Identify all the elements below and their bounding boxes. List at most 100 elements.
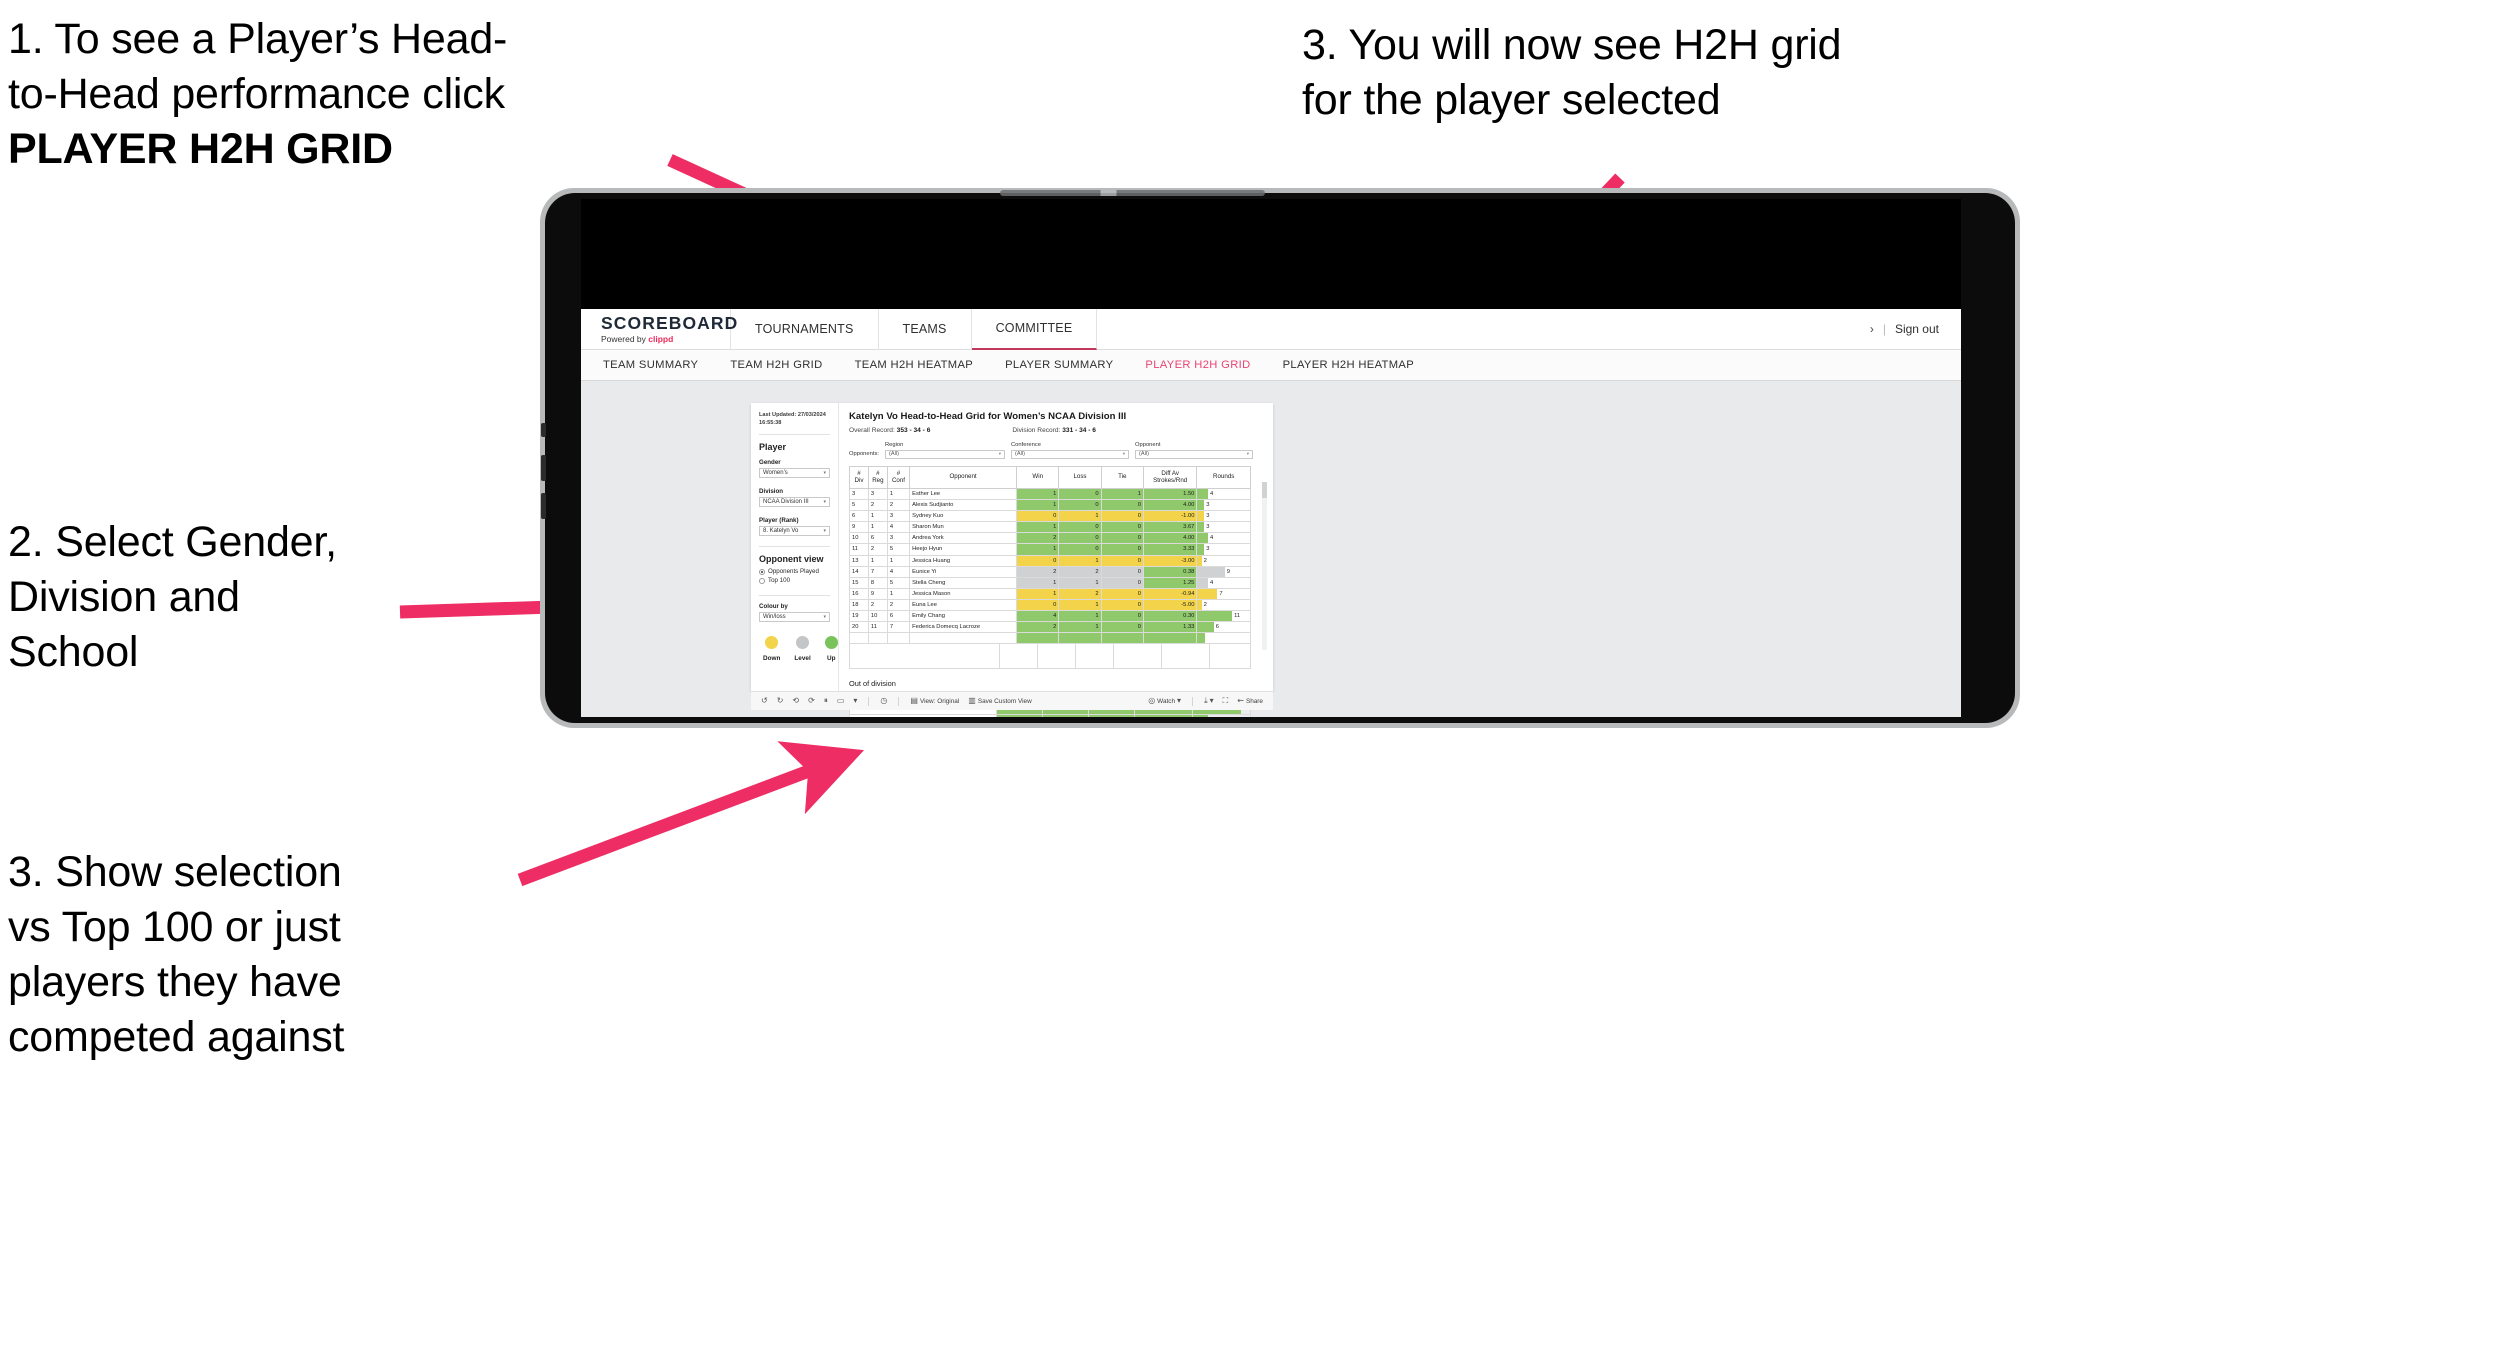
table-row[interactable]: 6 1 3 Sydney Kuo 0 1 0 -1.00 3 [849, 510, 1251, 523]
radio-opponents-played-label: Opponents Played [768, 568, 819, 576]
table-row[interactable]: 14 7 4 Eunice Yi 2 2 0 0.38 9 [849, 565, 1251, 578]
table-scrollbar-track[interactable] [1262, 482, 1267, 650]
region-filter-select[interactable]: (All) ▾ [884, 449, 1005, 459]
rounds-bar-cell: 2 [1196, 554, 1251, 567]
pause-updates-icon[interactable]: ⏸ [824, 697, 828, 705]
opponents-label: Opponents: [849, 450, 879, 457]
table-row[interactable]: 18 2 2 Euna Lee 0 1 0 -5.00 2 [849, 598, 1251, 612]
tableau-viz: Last Updated: 27/03/2024 16:55:38 Player… [751, 403, 1273, 717]
device-layout-icon[interactable]: ▭ [837, 697, 845, 705]
save-custom-view-button[interactable]: ▥ Save Custom View [968, 697, 1031, 705]
refresh-data-icon[interactable]: ⟳ [808, 697, 815, 705]
nav-item-teams[interactable]: TEAMS [879, 308, 972, 350]
annotation-step-2-line-2: Division and [8, 573, 240, 622]
rounds-value: 2 [1203, 601, 1207, 608]
rounds-bar-cell: 2 [1196, 598, 1251, 612]
conference-filter-select[interactable]: (All) ▾ [1010, 449, 1129, 459]
mute-button[interactable] [541, 423, 546, 437]
record-row: Overall Record: 353 - 34 - 6 Division Re… [849, 427, 1263, 434]
rounds-bar [1197, 533, 1208, 544]
player-value: 8. Katelyn Vo [763, 528, 799, 535]
colour-by-select[interactable]: Win/loss ▾ [759, 612, 830, 623]
column-header-win: Win [1016, 465, 1060, 489]
divider [759, 546, 830, 548]
rounds-bar [1197, 633, 1205, 644]
division-value: NCAA Division III [763, 499, 809, 506]
redo-icon[interactable]: ↻ [777, 697, 784, 705]
chevron-down-icon: ▾ [823, 614, 826, 621]
table-row[interactable]: 13 1 1 Jessica Huang 0 1 0 -3.00 2 [849, 554, 1251, 567]
annotation-step-3-right-line-1: 3. You will now see H2H grid [1302, 21, 1842, 69]
volume-down-button[interactable] [541, 493, 546, 519]
save-view-icon: ▥ [968, 696, 976, 705]
watch-button[interactable]: ◎ Watch ▾ [1148, 697, 1181, 705]
player-select[interactable]: 8. Katelyn Vo ▾ [759, 526, 830, 537]
revert-icon[interactable]: ⟲ [792, 697, 799, 705]
brand-subtitle: Powered by clippd [601, 335, 730, 344]
rounds-bar-cell: 4 [1196, 532, 1251, 545]
table-row[interactable]: 3 3 1 Esther Lee 1 0 1 1.50 4 [849, 487, 1251, 501]
tab-player-summary[interactable]: PLAYER SUMMARY [1005, 359, 1113, 371]
download-button[interactable]: ⤓ ▾ [1204, 697, 1214, 705]
opponent-filter-select[interactable]: (All) ▾ [1134, 449, 1253, 459]
download-icon: ⤓ [1204, 696, 1208, 705]
table-row[interactable]: 15 8 5 Stella Cheng 1 1 0 1.25 4 [849, 576, 1251, 589]
alerts-icon[interactable]: ◷ [880, 697, 887, 705]
volume-up-button[interactable] [541, 455, 546, 481]
radio-top-100[interactable]: Top 100 [759, 577, 830, 584]
rounds-bar [1197, 599, 1202, 611]
table-row[interactable]: 16 9 1 Jessica Mason 1 2 0 -0.94 7 [849, 587, 1251, 600]
table-row[interactable]: 5 2 2 Alexis Sudjianto 1 0 0 4.00 3 [849, 499, 1251, 512]
chevron-down-icon[interactable]: ▾ [853, 697, 857, 705]
brand-sub-prefix: Powered by [601, 333, 649, 344]
h2h-grid-table: # Div # Reg # Conf Opponent Win Loss Tie… [849, 465, 1251, 645]
table-row[interactable]: 19 10 6 Emily Chang 4 1 0 0.30 11 [849, 610, 1251, 623]
view-original-button[interactable]: ▤ View: Original [910, 697, 959, 705]
account-icon[interactable]: › [1870, 322, 1874, 336]
chevron-down-icon: ▾ [1177, 696, 1182, 705]
annotation-step-3-right-line-2: for the player selected [1302, 76, 1721, 125]
overall-record-label: Overall Record: [849, 427, 895, 434]
colour-by-label: Colour by [759, 603, 788, 611]
radio-opponents-played[interactable]: Opponents Played [759, 568, 830, 575]
last-updated-line-1: Last Updated: 27/03/2024 [759, 412, 826, 418]
table-row[interactable]: 9 1 4 Sharon Mun 1 0 0 3.67 3 [849, 521, 1251, 534]
sign-out-link[interactable]: Sign out [1895, 322, 1939, 336]
tablet-device: SCOREBOARD Powered by clippd TOURNAMENTS… [540, 188, 2020, 728]
tab-team-h2h-grid[interactable]: TEAM H2H GRID [730, 359, 822, 371]
rounds-bar-cell: 11 [1196, 610, 1251, 623]
arrow-step-3-left [517, 741, 865, 887]
nav-item-committee[interactable]: COMMITTEE [971, 308, 1098, 350]
share-button[interactable]: ⇜ Share [1237, 697, 1263, 705]
gender-select[interactable]: Women’s ▾ [759, 468, 830, 479]
colour-legend: Down Level Up [759, 636, 838, 662]
table-row-partial[interactable] [849, 632, 1251, 645]
division-select[interactable]: NCAA Division III ▾ [759, 497, 830, 508]
radio-icon [759, 568, 765, 575]
undo-icon[interactable]: ↺ [761, 697, 768, 705]
fullscreen-icon[interactable]: ⛶ [1223, 697, 1229, 705]
tab-player-h2h-heatmap[interactable]: PLAYER H2H HEATMAP [1283, 359, 1414, 371]
tab-team-summary[interactable]: TEAM SUMMARY [603, 359, 698, 371]
table-scrollbar-thumb[interactable] [1262, 482, 1267, 498]
rounds-bar-cell: 10 [1191, 713, 1252, 717]
region-filter-value: (All) [888, 451, 899, 457]
chevron-down-icon: ▾ [823, 470, 826, 477]
out-of-division-row[interactable]: NCAA Division 25007.40010 [848, 713, 1252, 717]
table-row[interactable]: 11 2 5 Heejo Hyun 1 0 0 3.33 3 [849, 543, 1251, 556]
brand-logo[interactable]: SCOREBOARD Powered by clippd [581, 308, 739, 350]
table-row[interactable]: 10 6 3 Andrea York 2 0 0 4.00 4 [849, 532, 1251, 545]
rounds-value: 3 [1206, 502, 1210, 509]
table-row[interactable]: 20 11 7 Federica Domecq Lacroze 2 1 0 1.33 6 [849, 621, 1251, 634]
viz-title: Katelyn Vo Head-to-Head Grid for Women’s… [849, 411, 1127, 422]
brand-title: SCOREBOARD [601, 312, 739, 333]
tab-player-h2h-grid[interactable]: PLAYER H2H GRID [1145, 359, 1250, 371]
rounds-value [1205, 635, 1207, 641]
rounds-bar-cell: 9 [1196, 565, 1251, 578]
table-body: 3 3 1 Esther Lee 1 0 1 1.50 4 5 2 2 Alexis Sudjianto… [849, 487, 1251, 645]
colour-by-value: Win/loss [763, 614, 786, 621]
opponent-filter: Opponent (All) ▾ [1134, 442, 1253, 459]
nav-item-tournaments[interactable]: TOURNAMENTS [731, 308, 879, 350]
tab-team-h2h-heatmap[interactable]: TEAM H2H HEATMAP [855, 359, 974, 371]
chevron-down-icon: ▾ [823, 499, 826, 506]
